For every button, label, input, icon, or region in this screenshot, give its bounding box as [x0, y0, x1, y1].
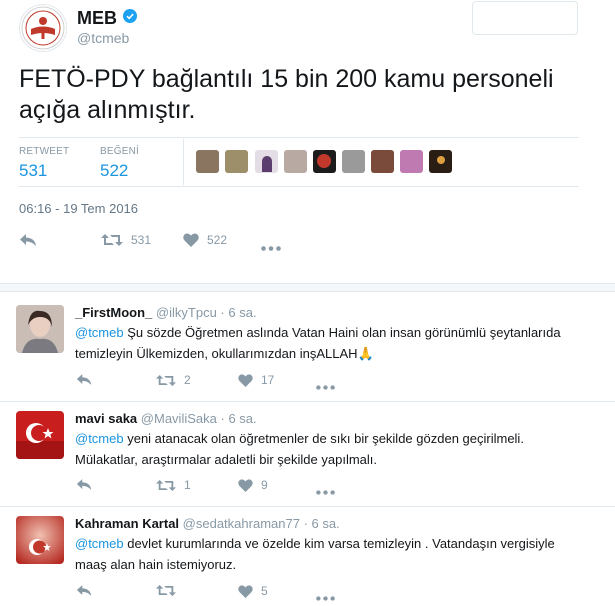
reply-mention[interactable]: @tcmeb	[75, 431, 124, 446]
divider	[19, 137, 579, 138]
like-stat[interactable]: BEĞENİ 522	[100, 146, 139, 181]
more-button[interactable]	[316, 377, 335, 395]
liker-avatar[interactable]	[371, 150, 394, 173]
tweet-timestamp[interactable]: 06:16 - 19 Tem 2016	[19, 201, 138, 216]
retweet-icon	[156, 374, 176, 386]
reply-mention[interactable]: @tcmeb	[75, 536, 124, 551]
retweet-count: 531	[131, 233, 152, 247]
tweet-text: FETÖ-PDY bağlantılı 15 bin 200 kamu pers…	[19, 65, 554, 124]
reply-body: Şu sözde Öğretmen aslında Vatan Haini ol…	[75, 325, 561, 361]
reply-author-name[interactable]: mavi saka	[75, 411, 137, 426]
reply-body: devlet kurumlarında ve özelde kim varsa …	[75, 536, 555, 572]
retweet-icon	[156, 585, 176, 596]
reply-text: @tcmeb devlet kurumlarında ve özelde kim…	[75, 533, 575, 575]
reply-icon	[20, 234, 36, 246]
divider	[0, 401, 615, 402]
divider	[0, 506, 615, 507]
divider	[0, 283, 615, 284]
retweet-stat-label: RETWEET	[19, 146, 70, 157]
like-count: 17	[261, 373, 275, 387]
liker-avatar[interactable]	[225, 150, 248, 173]
retweet-button[interactable]: 1	[156, 478, 191, 492]
reply-icon	[76, 374, 92, 385]
retweet-button[interactable]: 2	[156, 373, 191, 387]
more-dots-icon	[316, 490, 335, 495]
like-stat-count: 522	[100, 161, 129, 180]
retweet-count: 2	[184, 373, 191, 387]
reply-time[interactable]: 6 sa.	[228, 305, 256, 320]
like-button[interactable]: 5	[238, 584, 268, 598]
more-dots-icon	[316, 385, 335, 390]
heart-icon	[238, 373, 253, 387]
retweet-icon	[101, 234, 123, 246]
heart-icon	[183, 233, 199, 247]
reply-button[interactable]	[76, 373, 93, 391]
like-count: 9	[261, 478, 268, 492]
reply-author-handle[interactable]: @sedatkahraman77	[183, 516, 300, 531]
reply-icon	[76, 585, 92, 596]
heart-icon	[238, 478, 253, 492]
more-dots-icon	[316, 596, 335, 601]
reply-button[interactable]	[76, 584, 93, 602]
liker-avatar[interactable]	[284, 150, 307, 173]
reply-text: @tcmeb Şu sözde Öğretmen aslında Vatan H…	[75, 322, 575, 364]
like-count: 5	[261, 584, 268, 598]
verified-badge-icon	[123, 9, 137, 23]
reply-time[interactable]: 6 sa.	[312, 516, 340, 531]
follow-button[interactable]	[472, 1, 578, 35]
liker-avatar[interactable]	[255, 150, 278, 173]
more-button[interactable]	[316, 482, 335, 500]
reply-avatar[interactable]	[16, 411, 64, 459]
reply-avatar[interactable]	[16, 516, 64, 564]
reply-header: _FirstMoon_ @ilkyTpcu · 6 sa.	[75, 305, 257, 320]
more-button[interactable]	[261, 238, 281, 256]
reply-time[interactable]: 6 sa.	[228, 411, 256, 426]
retweet-stat[interactable]: RETWEET 531	[19, 146, 69, 181]
reply-author-name[interactable]: _FirstMoon_	[75, 305, 152, 320]
liker-avatar[interactable]	[196, 150, 219, 173]
retweet-button[interactable]	[156, 584, 184, 597]
like-button[interactable]: 9	[238, 478, 268, 492]
liker-avatar[interactable]	[342, 150, 365, 173]
account-name[interactable]: MEB	[77, 8, 117, 29]
thread-band	[0, 283, 615, 291]
reply-author-handle[interactable]: @MaviliSaka	[141, 411, 217, 426]
retweet-stat-count: 531	[19, 161, 48, 180]
reply-text: @tcmeb yeni atanacak olan öğretmenler de…	[75, 428, 575, 470]
like-stat-label: BEĞENİ	[100, 146, 139, 157]
retweet-button[interactable]: 531	[101, 233, 151, 247]
reply-author-handle[interactable]: @ilkyTpcu	[156, 305, 217, 320]
divider	[19, 186, 579, 187]
like-button[interactable]: 17	[238, 373, 274, 387]
more-dots-icon	[261, 246, 281, 251]
reply-header: Kahraman Kartal @sedatkahraman77 · 6 sa.	[75, 516, 340, 531]
more-button[interactable]	[316, 588, 335, 606]
liker-avatar[interactable]	[429, 150, 452, 173]
retweet-count: 1	[184, 478, 191, 492]
divider	[0, 291, 615, 292]
reply-header: mavi saka @MaviliSaka · 6 sa.	[75, 411, 257, 426]
reply-button[interactable]	[76, 478, 93, 496]
account-handle[interactable]: @tcmeb	[77, 30, 129, 46]
reply-button[interactable]	[19, 233, 38, 252]
reply-avatar[interactable]	[16, 305, 64, 353]
like-button[interactable]: 522	[183, 233, 227, 247]
reply-body: yeni atanacak olan öğretmenler de sıkı b…	[75, 431, 524, 467]
reply-mention[interactable]: @tcmeb	[75, 325, 124, 340]
reply-author-name[interactable]: Kahraman Kartal	[75, 516, 179, 531]
stats-separator	[183, 139, 184, 185]
reply-icon	[76, 479, 92, 490]
liker-avatar[interactable]	[313, 150, 336, 173]
heart-icon	[238, 584, 253, 598]
retweet-icon	[156, 479, 176, 491]
liker-avatar[interactable]	[400, 150, 423, 173]
like-count: 522	[207, 233, 228, 247]
account-avatar[interactable]	[19, 4, 67, 52]
